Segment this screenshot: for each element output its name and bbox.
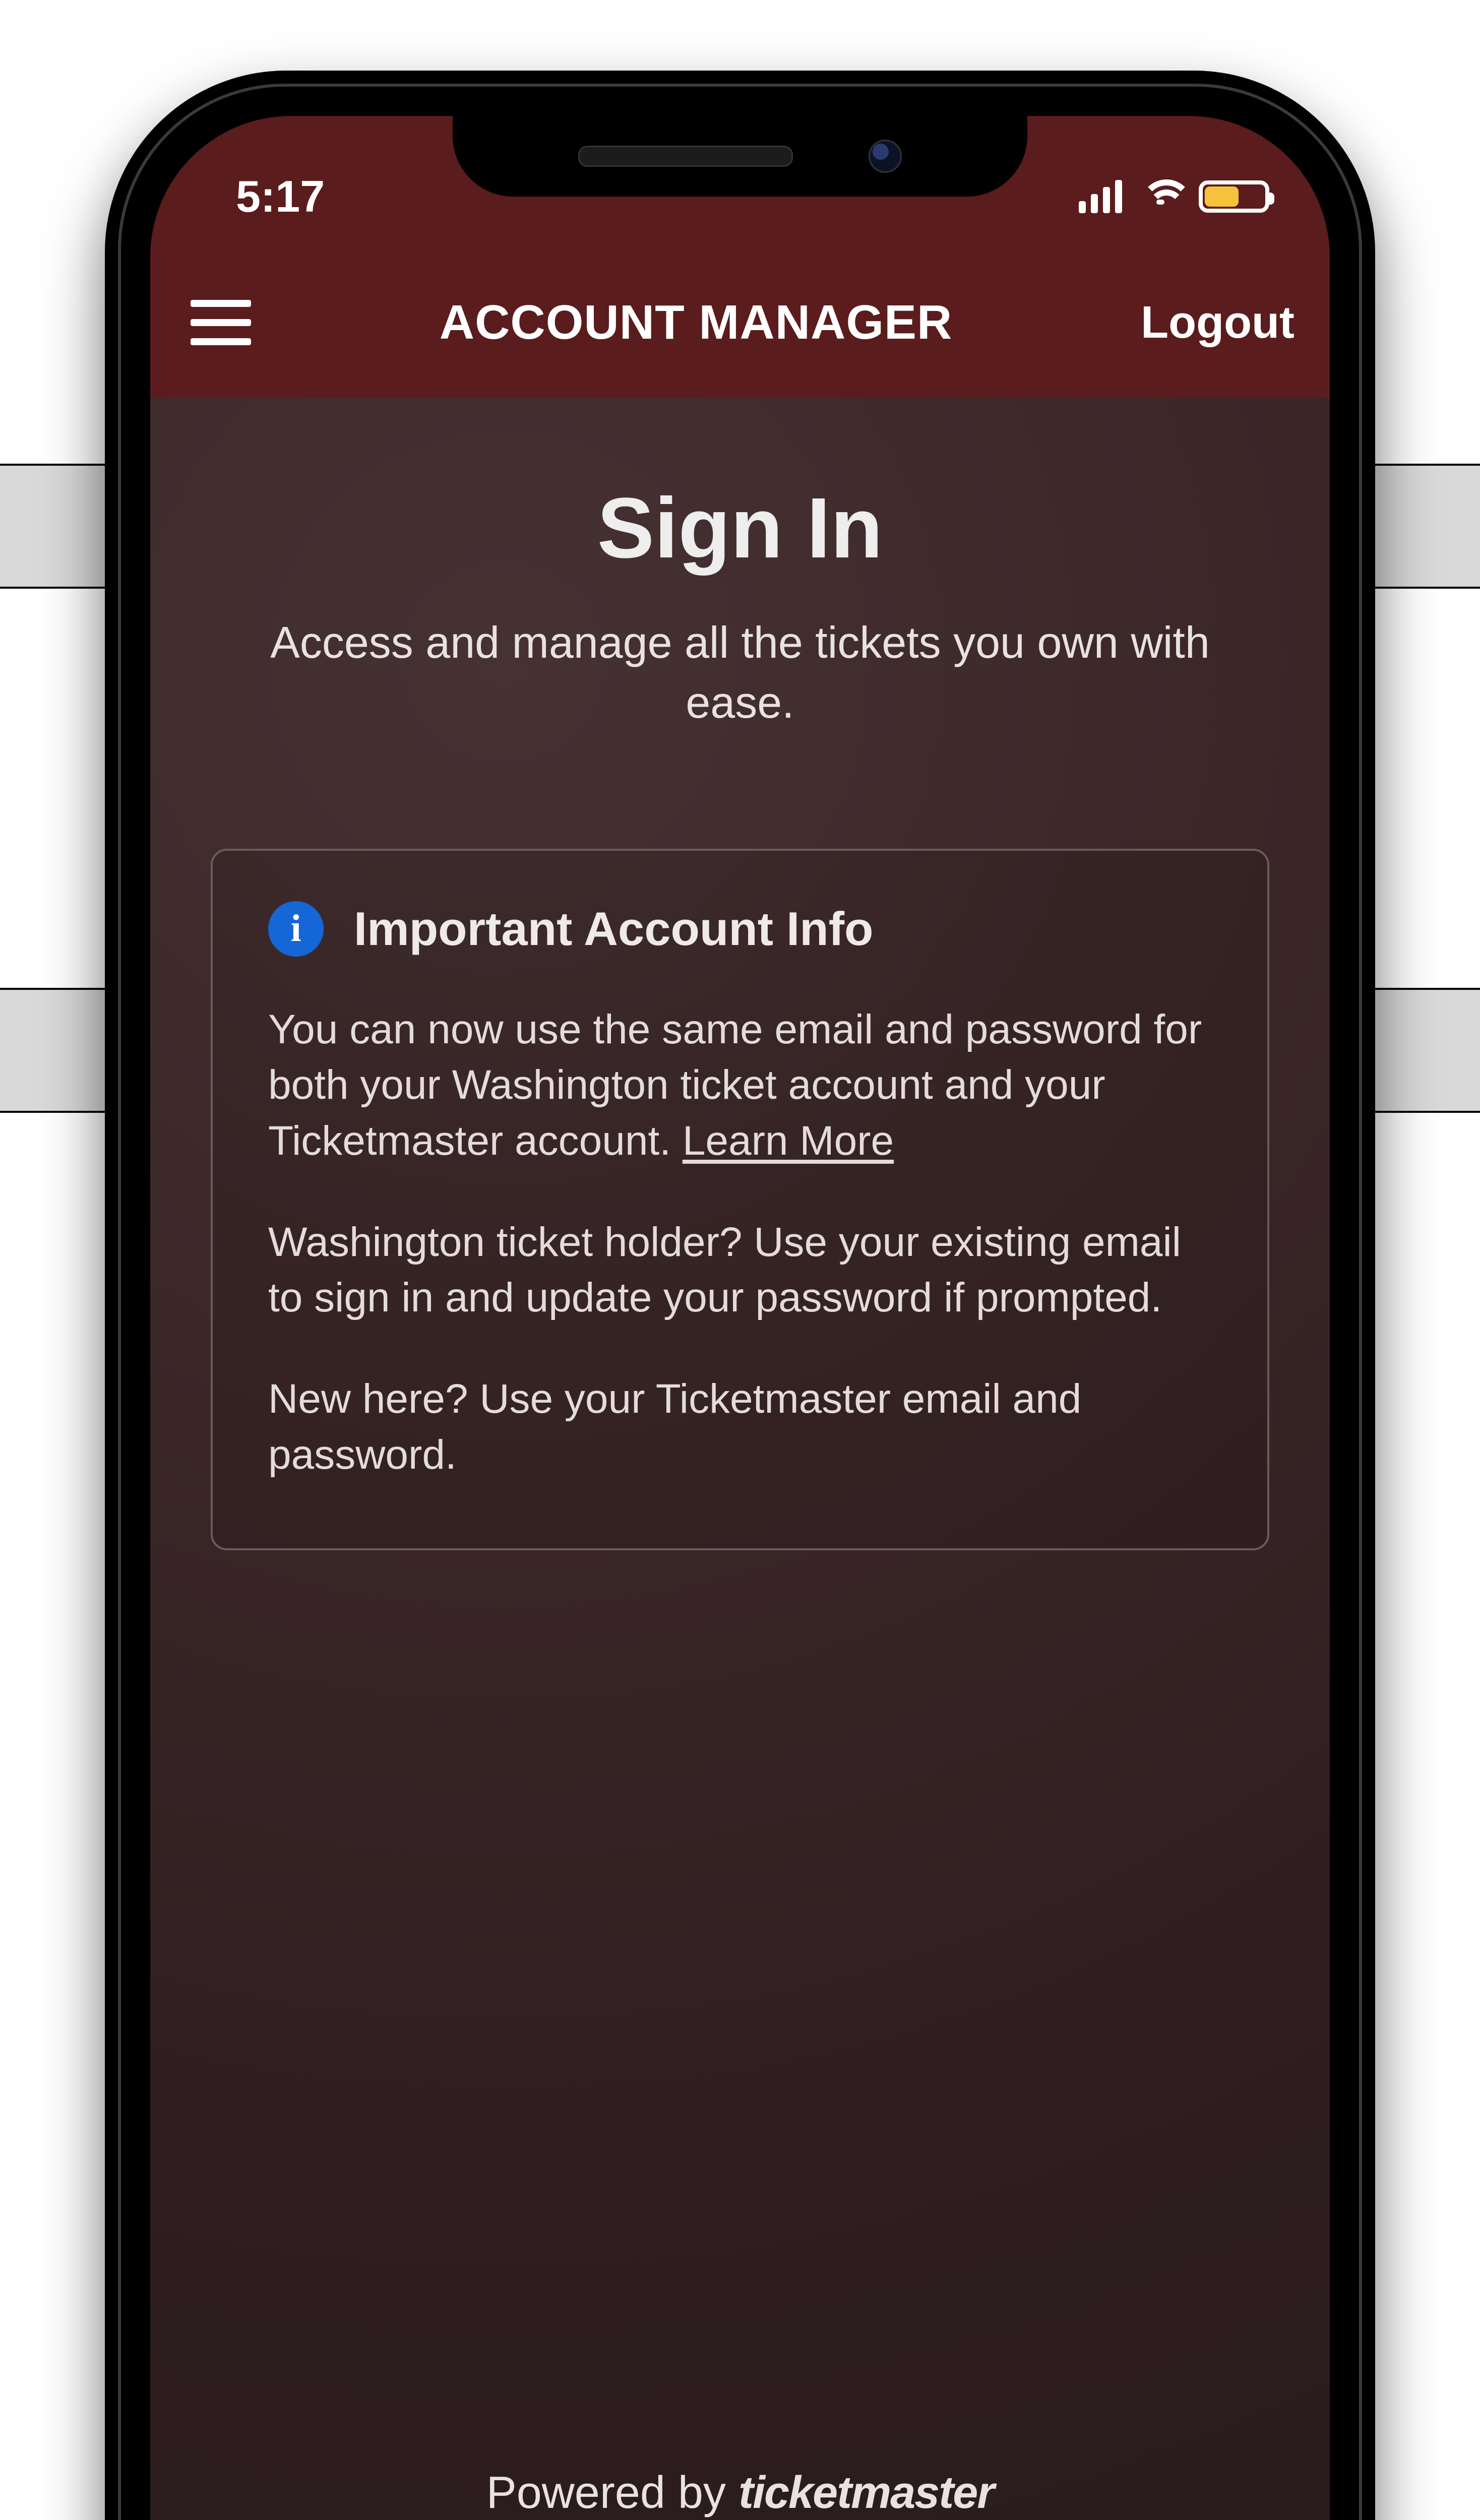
info-icon: i (268, 901, 324, 957)
appbar-title: ACCOUNT MANAGER (440, 295, 953, 350)
info-card-header: i Important Account Info (268, 901, 1212, 957)
info-card-p1: You can now use the same email and passw… (268, 1002, 1212, 1169)
info-card: i Important Account Info You can now use… (211, 849, 1269, 1551)
phone-notch (453, 116, 1027, 197)
info-card-p3: New here? Use your Ticketmaster email an… (268, 1371, 1212, 1483)
battery-icon (1199, 180, 1269, 213)
phone-screen: 5:17 ACCOUNT MANAGER Logout Sign In Acce… (150, 116, 1330, 2520)
page-title: Sign In (211, 479, 1269, 578)
app-bar: ACCOUNT MANAGER Logout (150, 247, 1330, 398)
front-camera-icon (869, 140, 902, 173)
ticketmaster-logo: ticketmaster (738, 2468, 994, 2518)
wifi-icon (1140, 176, 1181, 217)
menu-icon[interactable] (191, 300, 251, 345)
cell-signal-icon (1079, 180, 1122, 213)
main-content: Sign In Access and manage all the ticket… (150, 398, 1330, 2520)
speaker-grill (578, 146, 793, 167)
learn-more-link[interactable]: Learn More (683, 1118, 894, 1164)
page-subtitle: Access and manage all the tickets you ow… (241, 613, 1239, 733)
powered-by-prefix: Powered by (486, 2468, 738, 2518)
status-indicators (1079, 176, 1269, 217)
footer: Powered by ticketmaster v2.3.1 Sign in t… (150, 2467, 1330, 2520)
powered-by: Powered by ticketmaster (150, 2467, 1330, 2519)
logout-button[interactable]: Logout (1141, 297, 1294, 349)
status-time: 5:17 (236, 171, 325, 222)
info-card-p2: Washington ticket holder? Use your exist… (268, 1215, 1212, 1326)
info-card-title: Important Account Info (354, 902, 873, 956)
phone-frame: 5:17 ACCOUNT MANAGER Logout Sign In Acce… (105, 71, 1375, 2520)
